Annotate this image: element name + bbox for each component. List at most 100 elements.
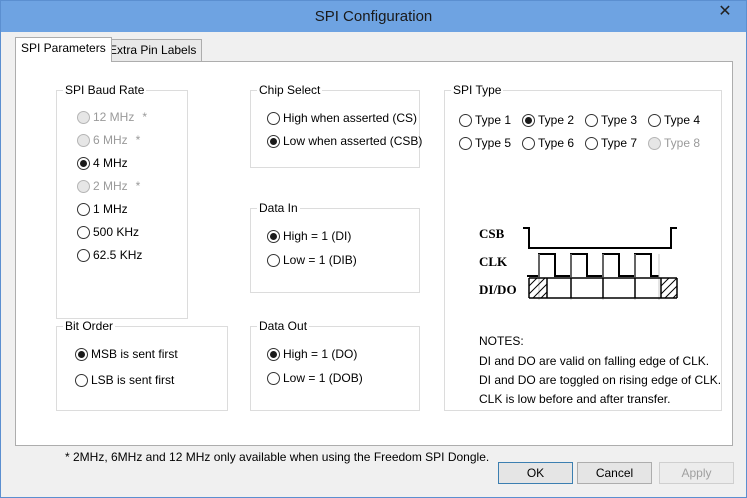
baud-rate-title: SPI Baud Rate (63, 83, 147, 97)
radio-circle (459, 113, 472, 127)
cancel-button[interactable]: Cancel (577, 462, 652, 484)
bit-order-group: Bit Order MSB is sent first LSB is sent f… (56, 319, 228, 411)
radio-label: 500 KHz (93, 225, 140, 239)
radio-circle (459, 136, 472, 150)
baud-rate-option[interactable]: 62.5 KHz (77, 248, 142, 262)
footnote-marker: * (135, 133, 141, 147)
data-in-option[interactable]: Low = 1 (DIB) (267, 253, 357, 267)
radio-circle (522, 136, 535, 150)
radio-label: LSB is sent first (91, 373, 175, 387)
bit-order-title: Bit Order (63, 319, 116, 333)
radio-circle (585, 113, 598, 127)
radio-label: 2 MHz (93, 179, 128, 193)
radio-circle (77, 179, 90, 193)
close-icon[interactable]: ✕ (710, 2, 740, 22)
radio-label: 4 MHz (93, 156, 128, 170)
footnote: * 2MHz, 6MHz and 12 MHz only available w… (65, 450, 490, 464)
spi-type-option[interactable]: Type 3 (585, 113, 637, 127)
baud-rate-group: SPI Baud Rate 12 MHz * 6 MHz * 4 MHz 2 MHz * 1 … (56, 83, 188, 319)
radio-circle (77, 225, 90, 239)
footnote-marker: * (142, 110, 148, 124)
radio-label: Type 5 (475, 136, 512, 150)
clk-signal-label: CLK (479, 254, 508, 269)
data-in-group: Data In High = 1 (DI) Low = 1 (DIB) (250, 201, 420, 293)
radio-circle (267, 371, 280, 385)
radio-circle (267, 347, 280, 361)
dido-signal-label: DI/DO (479, 282, 517, 297)
radio-label: Type 7 (601, 136, 638, 150)
radio-label: Low when asserted (CSB) (283, 134, 423, 148)
radio-label: 12 MHz (93, 110, 135, 124)
radio-label: MSB is sent first (91, 347, 178, 361)
radio-label: Low = 1 (DOB) (283, 371, 363, 385)
radio-circle (267, 253, 280, 267)
data-out-option[interactable]: Low = 1 (DOB) (267, 371, 363, 385)
radio-circle (267, 134, 280, 148)
bit-order-option[interactable]: LSB is sent first (75, 373, 174, 387)
radio-label: 1 MHz (93, 202, 128, 216)
baud-rate-option: 2 MHz * (77, 179, 140, 193)
radio-circle (267, 111, 280, 125)
spi-type-option[interactable]: Type 1 (459, 113, 511, 127)
radio-circle (522, 113, 535, 127)
ok-button[interactable]: OK (498, 462, 573, 484)
data-out-title: Data Out (257, 319, 310, 333)
radio-label: Type 8 (664, 136, 701, 150)
spi-type-option[interactable]: Type 5 (459, 136, 511, 150)
spi-type-option[interactable]: Type 4 (648, 113, 700, 127)
radio-circle (585, 136, 598, 150)
radio-circle (77, 110, 90, 124)
radio-circle (77, 202, 90, 216)
csb-waveform (523, 227, 677, 249)
dido-waveform (528, 277, 678, 299)
baud-rate-option[interactable]: 1 MHz (77, 202, 128, 216)
radio-circle (77, 248, 90, 262)
radio-label: Type 4 (664, 113, 701, 127)
tab-spi-parameters[interactable]: SPI Parameters (15, 37, 112, 62)
chip-select-option[interactable]: High when asserted (CS) (267, 111, 417, 125)
data-in-title: Data In (257, 201, 300, 215)
dialog-window: SPI Configuration ✕ SPI Parameters Extra… (0, 0, 747, 498)
radio-circle (267, 229, 280, 243)
note-line: DI and DO are valid on falling edge of C… (479, 354, 710, 368)
data-out-option[interactable]: High = 1 (DO) (267, 347, 357, 361)
spi-type-option[interactable]: Type 2 (522, 113, 574, 127)
baud-rate-option: 12 MHz * (77, 110, 147, 124)
chip-select-option[interactable]: Low when asserted (CSB) (267, 134, 422, 148)
radio-circle (77, 156, 90, 170)
apply-button[interactable]: Apply (659, 462, 734, 484)
radio-circle (75, 373, 88, 387)
radio-label: Type 3 (601, 113, 638, 127)
clk-waveform (527, 253, 659, 277)
note-line: DI and DO are toggled on rising edge of … (479, 373, 722, 387)
spi-type-option: Type 8 (648, 136, 700, 150)
baud-rate-option: 6 MHz * (77, 133, 140, 147)
spi-timing-diagram: CSB CLK DI/DO (479, 226, 678, 300)
notes-title: NOTES: (479, 334, 524, 348)
radio-circle (77, 133, 90, 147)
spi-type-option[interactable]: Type 7 (585, 136, 637, 150)
radio-circle (648, 136, 661, 150)
baud-rate-option[interactable]: 4 MHz (77, 156, 128, 170)
radio-label: Type 2 (538, 113, 575, 127)
footnote-marker: * (135, 179, 141, 193)
tab-extra-pin-labels[interactable]: Extra Pin Labels (103, 39, 203, 61)
title-bar[interactable]: SPI Configuration ✕ (1, 1, 746, 32)
baud-rate-option[interactable]: 500 KHz (77, 225, 139, 239)
radio-circle (75, 347, 88, 361)
radio-label: High when asserted (CS) (283, 111, 418, 125)
spi-type-option[interactable]: Type 6 (522, 136, 574, 150)
radio-label: Type 1 (475, 113, 512, 127)
bit-order-option[interactable]: MSB is sent first (75, 347, 178, 361)
radio-label: Type 6 (538, 136, 575, 150)
window-title: SPI Configuration (314, 8, 433, 25)
radio-label: 6 MHz (93, 133, 128, 147)
data-in-option[interactable]: High = 1 (DI) (267, 229, 351, 243)
dialog-client: SPI Parameters Extra Pin Labels SPI Baud… (7, 32, 740, 492)
radio-circle (648, 113, 661, 127)
csb-signal-label: CSB (479, 226, 505, 241)
radio-label: High = 1 (DO) (283, 347, 358, 361)
note-line: CLK is low before and after transfer. (479, 392, 671, 406)
chip-select-group: Chip Select High when asserted (CS) Low w… (250, 83, 422, 168)
spi-type-title: SPI Type (451, 83, 504, 97)
